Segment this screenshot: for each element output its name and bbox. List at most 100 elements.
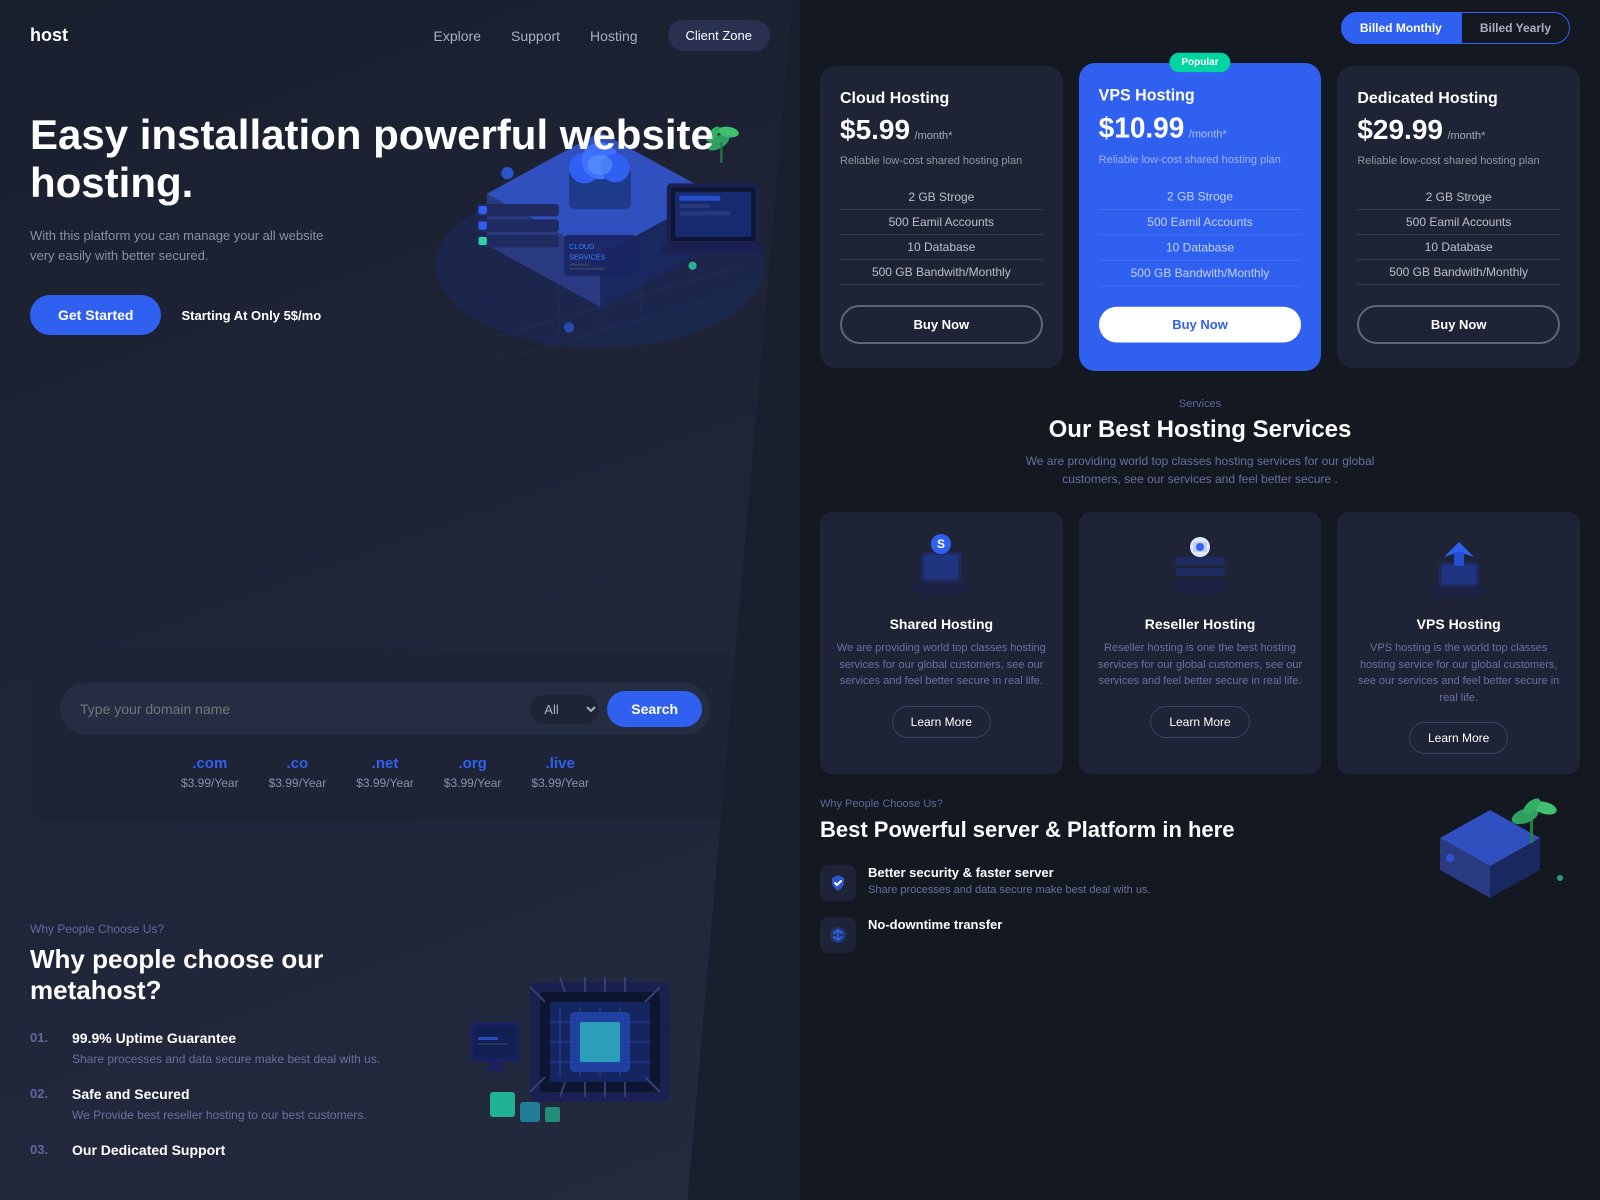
- server-title: Best Powerful server & Platform in here: [820, 816, 1380, 845]
- vps-feature-1: 500 Eamil Accounts: [1099, 210, 1302, 236]
- tld-co-price: $3.99/Year: [269, 776, 327, 790]
- vps-feature-0: 2 GB Stroge: [1099, 185, 1302, 211]
- tld-org-price: $3.99/Year: [444, 776, 502, 790]
- why-heading-3: Our Dedicated Support: [72, 1142, 225, 1158]
- dedicated-feature-0: 2 GB Stroge: [1357, 185, 1560, 210]
- vps-feature-2: 10 Database: [1099, 236, 1302, 262]
- hero-title: Easy installation powerful website hosti…: [30, 111, 770, 208]
- vps-hosting-desc: VPS hosting is the world top classes hos…: [1353, 640, 1564, 706]
- shared-hosting-icon: S: [906, 532, 976, 602]
- tld-com: .com $3.99/Year: [181, 755, 239, 790]
- popular-badge: Popular: [1169, 53, 1230, 72]
- tld-net-price: $3.99/Year: [356, 776, 414, 790]
- pricing-cards: Cloud Hosting $5.99 /month* Reliable low…: [820, 66, 1580, 368]
- billing-yearly-button[interactable]: Billed Yearly: [1461, 12, 1570, 44]
- reseller-hosting-desc: Reseller hosting is one the best hosting…: [1095, 640, 1306, 690]
- reseller-learn-more-button[interactable]: Learn More: [1150, 706, 1249, 738]
- pricing-section: Cloud Hosting $5.99 /month* Reliable low…: [800, 56, 1600, 368]
- cloud-features: 2 GB Stroge 500 Eamil Accounts 10 Databa…: [840, 185, 1043, 285]
- why-num-3: 03.: [30, 1142, 58, 1162]
- reseller-hosting-name: Reseller Hosting: [1095, 616, 1306, 632]
- dedicated-feature-1: 500 Eamil Accounts: [1357, 210, 1560, 235]
- vps-hosting-name: VPS Hosting: [1353, 616, 1564, 632]
- vps-hosting-icon: [1424, 532, 1494, 602]
- why-heading-1: 99.9% Uptime Guarantee: [72, 1030, 380, 1046]
- cloud-buy-button[interactable]: Buy Now: [840, 305, 1043, 344]
- services-description: We are providing world top classes hosti…: [1010, 452, 1390, 488]
- transfer-feature-content: No-downtime transfer: [868, 917, 1002, 935]
- service-card-shared: S Shared Hosting We are providing world …: [820, 512, 1063, 774]
- navbar: host Explore Support Hosting Client Zone: [0, 0, 800, 71]
- left-panel: host Explore Support Hosting Client Zone: [0, 0, 800, 1200]
- shared-hosting-name: Shared Hosting: [836, 616, 1047, 632]
- get-started-button[interactable]: Get Started: [30, 295, 161, 335]
- server-feature-0: Better security & faster server Share pr…: [820, 865, 1380, 901]
- domain-tlds: .com $3.99/Year .co $3.99/Year .net $3.9…: [60, 755, 710, 790]
- cloud-feature-2: 10 Database: [840, 235, 1043, 260]
- domain-search-button[interactable]: Search: [607, 691, 702, 727]
- server-illustration: [1400, 798, 1580, 938]
- why-desc-2: We Provide best reseller hosting to our …: [72, 1106, 367, 1124]
- nav-links: Explore Support Hosting Client Zone: [434, 20, 770, 51]
- vps-learn-more-button[interactable]: Learn More: [1409, 722, 1508, 754]
- svg-text:S: S: [937, 537, 945, 551]
- domain-search-input[interactable]: [80, 701, 530, 717]
- security-icon-box: [820, 865, 856, 901]
- domain-type-select[interactable]: All .com .net .org: [530, 695, 599, 724]
- dedicated-buy-button[interactable]: Buy Now: [1357, 305, 1560, 344]
- dedicated-price-amount: $29.99: [1357, 114, 1443, 145]
- vps-buy-button[interactable]: Buy Now: [1099, 307, 1302, 343]
- hero-actions: Get Started Starting At Only 5$/mo: [30, 295, 770, 335]
- right-panel: Billed Monthly Billed Yearly Cloud Hosti…: [800, 0, 1600, 1200]
- domain-search-section: All .com .net .org Search .com $3.99/Yea…: [30, 653, 740, 820]
- service-cards: S Shared Hosting We are providing world …: [820, 512, 1580, 774]
- cloud-price-period: /month*: [915, 130, 953, 142]
- pricing-card-cloud: Cloud Hosting $5.99 /month* Reliable low…: [820, 66, 1063, 368]
- price-label: Starting At Only: [181, 308, 279, 323]
- nav-explore[interactable]: Explore: [434, 28, 481, 44]
- nav-support[interactable]: Support: [511, 28, 560, 44]
- billing-monthly-button[interactable]: Billed Monthly: [1341, 12, 1461, 44]
- transfer-icon-box: [820, 917, 856, 953]
- service-card-reseller: Reseller Hosting Reseller hosting is one…: [1079, 512, 1322, 774]
- nav-hosting[interactable]: Hosting: [590, 28, 637, 44]
- bottom-illustration: [460, 922, 740, 1142]
- dedicated-feature-3: 500 GB Bandwith/Monthly: [1357, 260, 1560, 285]
- hero-description: With this platform you can manage your a…: [30, 226, 330, 268]
- why-choose-section: Why People Choose Us? Why people choose …: [30, 922, 740, 1200]
- why-list: 01. 99.9% Uptime Guarantee Share process…: [30, 1030, 440, 1162]
- vps-features: 2 GB Stroge 500 Eamil Accounts 10 Databa…: [1099, 185, 1302, 287]
- server-label: Why People Choose Us?: [820, 798, 1380, 810]
- tld-live-price: $3.99/Year: [531, 776, 589, 790]
- domain-search-bar: All .com .net .org Search: [60, 683, 710, 735]
- hero-section: Easy installation powerful website hosti…: [0, 71, 800, 335]
- transfer-feature-heading: No-downtime transfer: [868, 917, 1002, 932]
- dedicated-price-period: /month*: [1447, 130, 1485, 142]
- tld-co-name: .co: [269, 755, 327, 772]
- shared-learn-more-button[interactable]: Learn More: [892, 706, 991, 738]
- cloud-price-amount: $5.99: [840, 114, 910, 145]
- cloud-feature-3: 500 GB Bandwith/Monthly: [840, 260, 1043, 285]
- tld-com-name: .com: [181, 755, 239, 772]
- why-content-1: 99.9% Uptime Guarantee Share processes a…: [72, 1030, 380, 1068]
- vps-price-period: /month*: [1189, 128, 1227, 140]
- tld-org-name: .org: [444, 755, 502, 772]
- tld-org: .org $3.99/Year: [444, 755, 502, 790]
- vps-card-desc: Reliable low-cost shared hosting plan: [1099, 153, 1302, 169]
- vps-price-amount: $10.99: [1099, 112, 1185, 144]
- client-zone-button[interactable]: Client Zone: [668, 20, 770, 51]
- cloud-feature-1: 500 Eamil Accounts: [840, 210, 1043, 235]
- tld-live: .live $3.99/Year: [531, 755, 589, 790]
- vps-card-price: $10.99 /month*: [1099, 112, 1302, 145]
- cloud-feature-0: 2 GB Stroge: [840, 185, 1043, 210]
- shared-hosting-desc: We are providing world top classes hosti…: [836, 640, 1047, 690]
- dedicated-card-price: $29.99 /month*: [1357, 114, 1560, 146]
- server-section: Why People Choose Us? Best Powerful serv…: [800, 774, 1600, 969]
- server-feature-1: No-downtime transfer: [820, 917, 1380, 953]
- dedicated-card-desc: Reliable low-cost shared hosting plan: [1357, 154, 1560, 169]
- security-feature-heading: Better security & faster server: [868, 865, 1151, 880]
- vps-feature-3: 500 GB Bandwith/Monthly: [1099, 261, 1302, 287]
- why-item-1: 01. 99.9% Uptime Guarantee Share process…: [30, 1030, 440, 1068]
- tld-net: .net $3.99/Year: [356, 755, 414, 790]
- pricing-card-vps: Popular VPS Hosting $10.99 /month* Relia…: [1079, 63, 1322, 371]
